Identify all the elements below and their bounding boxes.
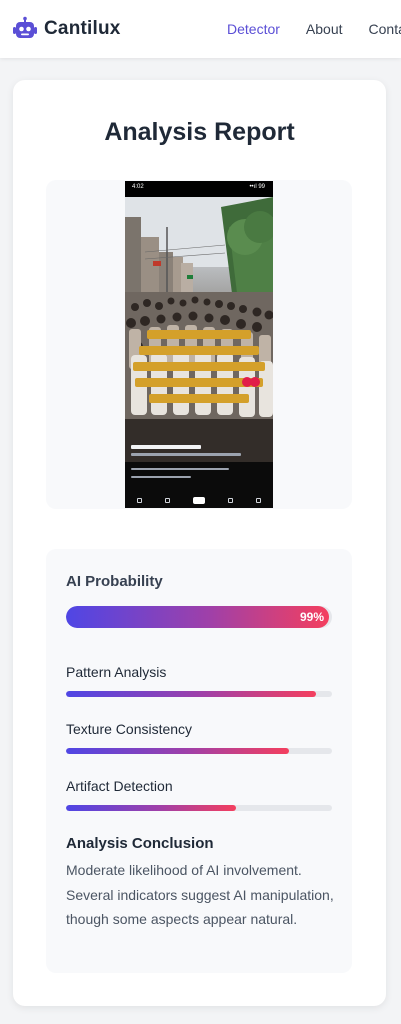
nav-link-detector[interactable]: Detector [227, 21, 280, 37]
phone-caption-line [131, 476, 191, 478]
top-navbar: Cantilux Detector About Conta [0, 0, 401, 58]
artifact-detection-bar [66, 805, 332, 811]
page-title: Analysis Report [104, 118, 295, 146]
ai-probability-value: 99% [299, 610, 324, 624]
phone-status-bar: 4:02 ••ıl 99 [125, 181, 273, 197]
conclusion-title: Analysis Conclusion [66, 835, 214, 852]
metric-label-artifact: Artifact Detection [66, 778, 173, 794]
home-icon [136, 497, 142, 503]
ai-probability-bar: 99% [66, 606, 332, 628]
phone-bottom-bar [125, 462, 273, 508]
pattern-analysis-fill [66, 691, 317, 697]
texture-consistency-fill [66, 748, 290, 754]
texture-consistency-bar [66, 748, 332, 754]
street-scene [125, 197, 273, 462]
nav-link-contact[interactable]: Conta [369, 21, 401, 37]
profile-icon [256, 497, 262, 503]
phone-status-icons: ••ıl 99 [249, 184, 265, 190]
analysis-stats: AI Probability 99% Pattern Analysis Text… [46, 549, 352, 973]
conclusion-text: Moderate likelihood of AI involvement. S… [66, 862, 334, 927]
analyzed-image-container: 4:02 ••ıl 99 [46, 180, 352, 509]
phone-tab-bar [125, 494, 273, 506]
metric-label-pattern: Pattern Analysis [66, 664, 167, 680]
ai-probability-label: AI Probability [66, 573, 163, 590]
nav-link-about[interactable]: About [306, 21, 343, 37]
pattern-analysis-bar [66, 691, 332, 697]
robot-icon [13, 16, 37, 38]
analyzed-image: 4:02 ••ıl 99 [125, 181, 273, 508]
crowd-illustration [125, 197, 273, 462]
ai-probability-fill [66, 606, 330, 628]
metric-label-texture: Texture Consistency [66, 721, 193, 737]
report-card: Analysis Report 4:02 ••ıl 99 AI Probabil… [13, 80, 386, 1006]
brand[interactable]: Cantilux [12, 16, 121, 42]
phone-time: 4:02 [132, 184, 144, 190]
artifact-detection-fill [66, 805, 237, 811]
friends-icon [164, 497, 170, 503]
create-icon [192, 496, 205, 504]
nav-links: Detector About Conta [227, 0, 401, 58]
brand-name: Cantilux [44, 18, 121, 39]
inbox-icon [228, 497, 234, 503]
phone-caption-line [131, 468, 229, 470]
